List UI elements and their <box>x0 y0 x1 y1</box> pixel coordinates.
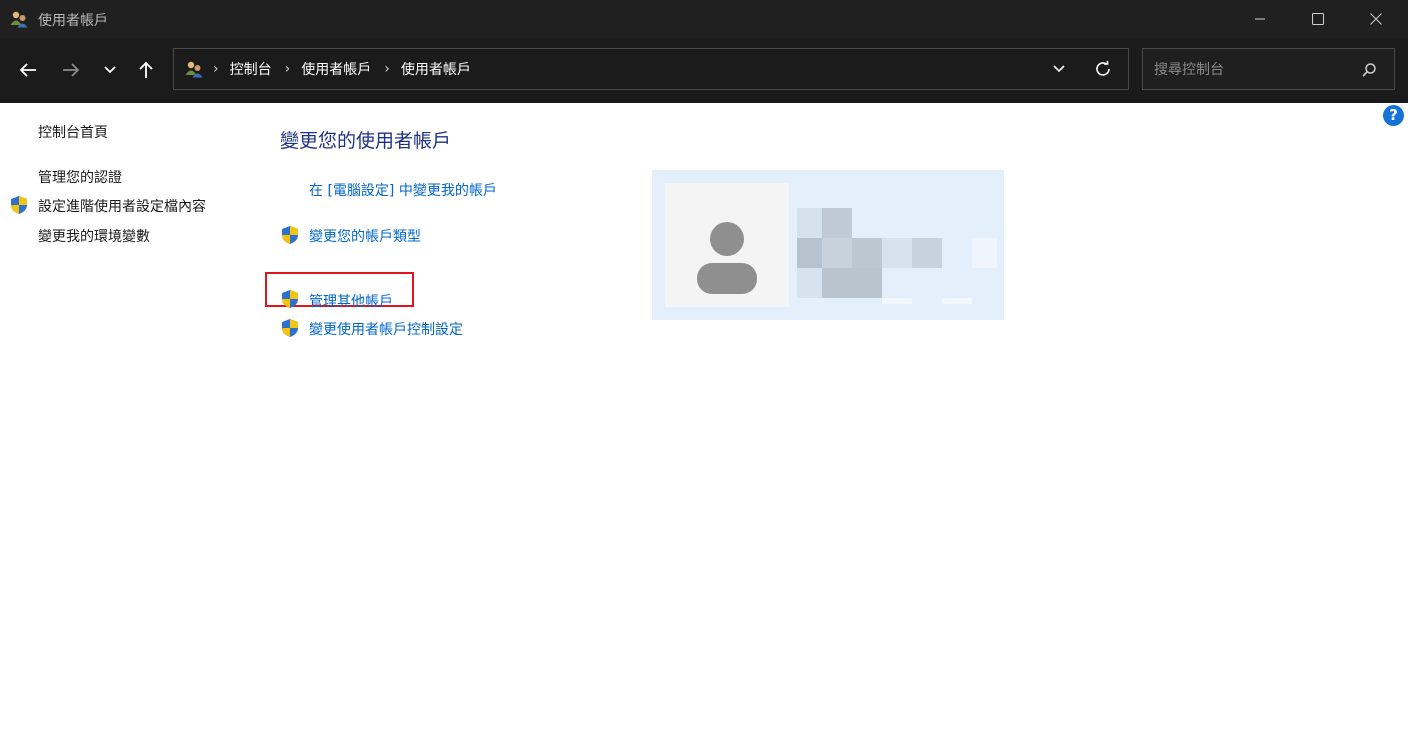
minimize-button[interactable] <box>1231 0 1289 38</box>
breadcrumb-control-panel[interactable]: 控制台 <box>230 59 272 79</box>
title-bar: 使用者帳戶 <box>0 0 1408 38</box>
link-change-uac-settings[interactable]: 變更使用者帳戶控制設定 <box>309 319 463 339</box>
uac-shield-icon <box>11 196 27 214</box>
search-box[interactable] <box>1142 48 1395 90</box>
refresh-button[interactable] <box>1092 58 1114 80</box>
breadcrumb-user-accounts[interactable]: 使用者帳戶 <box>301 59 371 79</box>
back-button[interactable] <box>13 55 43 85</box>
chevron-down-icon <box>1053 65 1065 73</box>
uac-shield-icon <box>282 319 298 337</box>
link-change-account-in-pc-settings[interactable]: 在 [電腦設定] 中變更我的帳戶 <box>309 180 497 200</box>
breadcrumb-separator[interactable]: › <box>285 61 291 77</box>
forward-button[interactable] <box>56 55 86 85</box>
breadcrumb-separator[interactable]: › <box>384 61 390 77</box>
user-accounts-icon <box>185 61 203 78</box>
link-manage-other-accounts[interactable]: 管理其他帳戶 <box>309 291 393 311</box>
search-input[interactable] <box>1152 59 1356 81</box>
breadcrumb-separator[interactable]: › <box>213 61 219 77</box>
uac-shield-icon <box>282 226 298 244</box>
sidebar-item-manage-credentials[interactable]: 管理您的認證 <box>38 167 122 187</box>
sidebar-item-advanced-profile[interactable]: 設定進階使用者設定檔內容 <box>38 196 206 216</box>
minimize-icon <box>1255 18 1265 20</box>
page-title: 變更您的使用者帳戶 <box>280 130 452 152</box>
user-accounts-icon <box>10 11 28 28</box>
close-button[interactable] <box>1347 0 1405 38</box>
recent-locations-button[interactable] <box>95 55 125 85</box>
arrow-right-icon <box>63 63 80 77</box>
up-button[interactable] <box>131 55 161 85</box>
account-tile <box>652 170 1004 320</box>
uac-shield-icon <box>282 290 298 308</box>
window-title: 使用者帳戶 <box>38 13 108 29</box>
address-bar[interactable]: › 控制台 › 使用者帳戶 › 使用者帳戶 <box>173 48 1129 90</box>
address-history-button[interactable] <box>1048 58 1070 80</box>
chevron-down-icon <box>104 66 116 74</box>
search-icon[interactable] <box>1359 60 1379 80</box>
navigation-bar: › 控制台 › 使用者帳戶 › 使用者帳戶 <box>0 38 1408 103</box>
sidebar-item-control-panel-home[interactable]: 控制台首頁 <box>38 122 108 142</box>
breadcrumb-user-accounts-current[interactable]: 使用者帳戶 <box>401 59 471 79</box>
maximize-icon <box>1312 13 1324 25</box>
arrow-left-icon <box>19 63 36 77</box>
sidebar-item-environment-variables[interactable]: 變更我的環境變數 <box>38 226 150 246</box>
close-icon <box>1370 13 1382 25</box>
user-avatar-icon <box>697 222 757 294</box>
arrow-up-icon <box>139 61 153 78</box>
refresh-icon <box>1096 60 1110 76</box>
help-icon[interactable]: ? <box>1383 105 1404 126</box>
avatar <box>665 183 789 307</box>
maximize-button[interactable] <box>1289 0 1347 38</box>
link-change-account-type[interactable]: 變更您的帳戶類型 <box>309 226 421 246</box>
